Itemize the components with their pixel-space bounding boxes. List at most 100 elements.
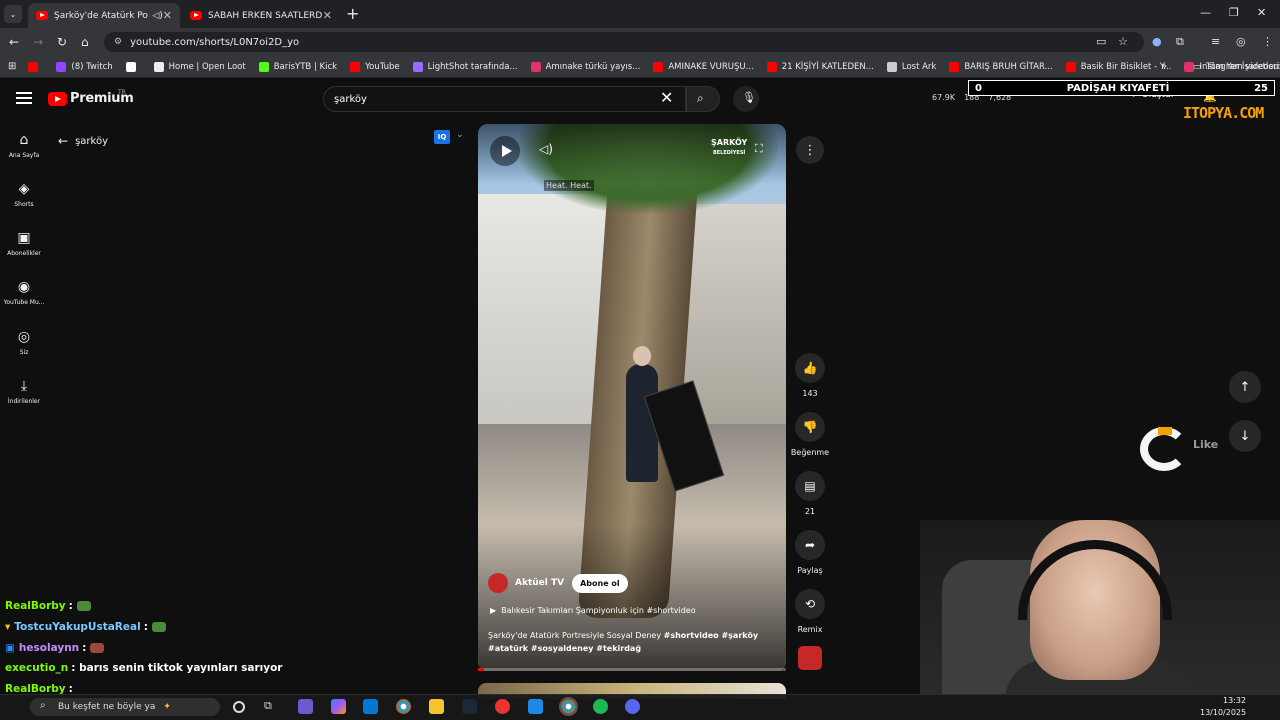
comment-count: 21 — [804, 507, 816, 516]
speaker-icon[interactable]: ◁) — [152, 11, 162, 21]
search-input[interactable]: şarköy — [323, 86, 686, 112]
browser-tab-active[interactable]: Şarköy'de Atatürk Portresiyl ◁) ✕ — [28, 3, 180, 28]
apps-grid-icon[interactable]: ⊞ — [8, 61, 16, 72]
more-options-icon[interactable]: ⋮ — [796, 136, 824, 164]
close-window-button[interactable]: ✕ — [1257, 6, 1266, 19]
cast-icon[interactable]: ▭ — [1096, 35, 1106, 48]
steam-icon[interactable] — [462, 699, 477, 714]
address-bar[interactable]: ⚙ youtube.com/shorts/L0N7oi2D_yo — [104, 32, 1144, 52]
sidebar-item-subscriptions[interactable]: ▣ Abonelikler — [0, 230, 48, 257]
share-icon: ➦ — [795, 530, 825, 560]
back-icon[interactable]: ← — [9, 35, 19, 49]
browser-tab[interactable]: SABAH ERKEN SAATLERDE ŞAR ✕ — [182, 3, 340, 28]
bookmark-item[interactable]: AMINAKE VURUŞU... — [653, 61, 754, 72]
like-button[interactable]: 👍 143 — [791, 353, 829, 398]
app-icon[interactable] — [298, 699, 313, 714]
bookmark-item[interactable]: BarisYTB | Kick — [258, 61, 337, 72]
extensions-puzzle-icon[interactable]: ⧉ — [1176, 35, 1184, 49]
fullscreen-icon[interactable]: ⛶ — [755, 142, 763, 156]
bookmark-item[interactable]: YouTube — [350, 61, 400, 72]
bookmarks-overflow-icon[interactable]: » — [1161, 61, 1167, 72]
copilot-icon[interactable] — [331, 699, 346, 714]
previous-short-button[interactable]: ↑ — [1229, 371, 1261, 403]
bookmark-item[interactable] — [125, 61, 141, 72]
minimize-button[interactable]: — — [1200, 6, 1211, 19]
subscribe-button[interactable]: Abone ol — [572, 573, 628, 593]
playlist-link[interactable]: ▶ Balıkesir Takımları Şampiyonluk için #s… — [490, 606, 696, 615]
iq-extension-icon[interactable]: IQ — [434, 130, 450, 144]
play-button[interactable] — [490, 136, 520, 166]
sidebar-item-shorts[interactable]: ◈ Shorts — [0, 181, 48, 208]
bookmark-item[interactable] — [28, 61, 43, 72]
store-icon[interactable] — [363, 699, 378, 714]
site-info-icon[interactable]: ⚙ — [114, 37, 122, 47]
obs-icon[interactable] — [495, 699, 510, 714]
bookmark-item[interactable]: 21 KİŞİYİ KATLEDEN... — [766, 61, 874, 72]
media-control-icon[interactable]: ≡ — [1211, 35, 1220, 48]
all-bookmarks-folder[interactable]: ▭ Tüm Yer İşaretleri — [1193, 62, 1279, 72]
new-tab-button[interactable]: + — [346, 4, 359, 23]
profile-icon[interactable]: ◎ — [1236, 35, 1246, 48]
voice-search-button[interactable]: 🎙 — [733, 86, 759, 112]
home-icon[interactable]: ⌂ — [81, 35, 89, 49]
sponsor-logo: ITOPYA.COM — [1183, 104, 1264, 122]
channel-name[interactable]: Aktüel TV — [515, 578, 564, 588]
reload-icon[interactable]: ↻ — [57, 35, 67, 49]
bookmark-item[interactable]: LightShot tarafında... — [412, 61, 518, 72]
youtube-favicon-icon — [190, 11, 202, 20]
browser-menu-icon[interactable]: ⋮ — [1262, 35, 1273, 48]
sidebar-item-home[interactable]: ⌂ Ana Sayfa — [0, 132, 48, 159]
extension-icon[interactable]: ● — [1152, 35, 1162, 48]
file-explorer-icon[interactable] — [429, 699, 444, 714]
thumbs-down-icon: 👎 — [795, 412, 825, 442]
tab-search-button[interactable]: ⌄ — [4, 5, 22, 23]
bookmark-star-icon[interactable]: ☆ — [1118, 35, 1128, 48]
spotify-icon[interactable] — [593, 699, 608, 714]
close-tab-icon[interactable]: ✕ — [163, 9, 172, 22]
bookmark-favicon-icon — [1065, 61, 1076, 72]
chrome-active-icon[interactable] — [559, 697, 578, 716]
bookmark-label: (8) Twitch — [71, 61, 113, 72]
task-view-icon[interactable]: ⧉ — [264, 699, 279, 714]
chevron-down-icon[interactable]: ⌄ — [456, 130, 464, 140]
like-logo-icon — [1140, 427, 1188, 471]
app-icon[interactable] — [528, 699, 543, 714]
arrow-left-icon: ← — [58, 134, 69, 148]
cortana-icon[interactable] — [233, 701, 245, 713]
volume-icon[interactable]: ◁) — [539, 142, 553, 156]
video-progress-bar[interactable] — [478, 668, 786, 671]
bookmark-item[interactable]: (8) Twitch — [56, 61, 113, 72]
bookmark-item[interactable]: Basik Bir Bisiklet - Y... — [1065, 61, 1171, 72]
taskbar-search-box[interactable]: ⌕ Bu keşfet ne böyle ya ✦ — [30, 698, 220, 716]
guide-menu-icon[interactable] — [16, 92, 32, 104]
chat-emote — [90, 643, 105, 653]
youtube-premium-logo[interactable]: Premium TR — [48, 89, 134, 106]
music-icon: ◉ — [17, 279, 31, 295]
taskbar-clock[interactable]: 13:32 13/10/2025 — [1200, 695, 1246, 719]
bookmark-item[interactable]: BARIŞ BRUH GİTAR... — [949, 61, 1053, 72]
remix-button[interactable]: ⟲ Remix — [791, 589, 829, 634]
channel-avatar[interactable] — [488, 573, 508, 593]
bookmark-item[interactable]: Home | Open Loot — [153, 61, 246, 72]
back-to-search-link[interactable]: ← şarköy — [58, 134, 108, 148]
comments-button[interactable]: ▤ 21 — [791, 471, 829, 516]
search-button[interactable]: ⌕ — [686, 86, 720, 112]
close-tab-icon[interactable]: ✕ — [323, 9, 332, 22]
bookmark-label: Lost Ark — [901, 61, 937, 72]
chrome-icon[interactable] — [396, 699, 411, 714]
share-button[interactable]: ➦ Paylaş — [791, 530, 829, 575]
restore-button[interactable]: ❐ — [1229, 6, 1239, 19]
sound-source-avatar[interactable] — [798, 646, 822, 670]
sidebar-item-downloads[interactable]: ⤓ İndirilenler — [0, 378, 48, 405]
download-icon: ⤓ — [20, 378, 28, 394]
bookmark-item[interactable]: Amınake türkü yayıs... — [530, 61, 640, 72]
sidebar-item-you[interactable]: ◎ Siz — [0, 329, 48, 356]
bookmark-item[interactable]: Lost Ark — [886, 61, 937, 72]
forward-icon[interactable]: → — [33, 35, 43, 49]
clear-search-icon[interactable]: ✕ — [660, 88, 673, 107]
sidebar-item-youtube-music[interactable]: ◉ YouTube Mu... — [0, 279, 48, 306]
chat-text: : — [68, 600, 73, 612]
discord-icon[interactable] — [625, 699, 640, 714]
next-short-button[interactable]: ↓ — [1229, 420, 1261, 452]
dislike-button[interactable]: 👎 Beğenme — [791, 412, 829, 457]
